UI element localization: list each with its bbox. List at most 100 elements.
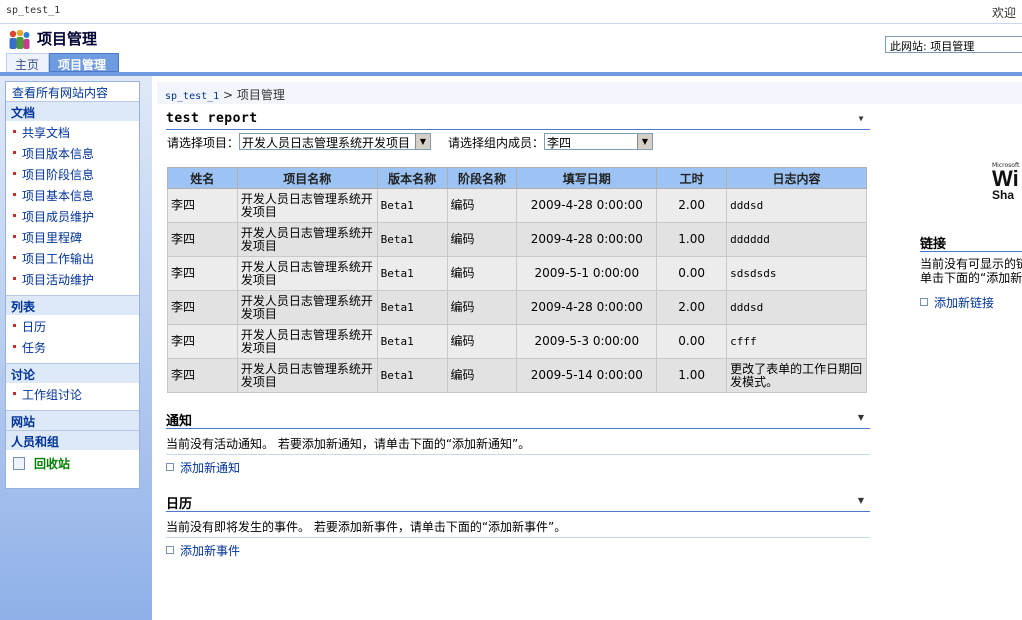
project-select-value: 开发人员日志管理系统开发项目 [242,136,411,150]
table-row: 李四 开发人员日志管理系统开发项目 Beta1 编码 2009-5-1 0:00… [167,256,867,291]
announcements-empty-message: 当前没有活动通知。 若要添加新通知，请单击下面的“添加新通知”。 [166,437,531,451]
cell-name: 李四 [167,290,238,325]
column-header: 阶段名称 [446,167,518,189]
report-title: test report [166,111,258,126]
nav-item-project-basic[interactable]: 项目基本信息 [6,184,139,205]
nav-item-project-version[interactable]: 项目版本信息 [6,142,139,163]
column-header: 项目名称 [236,167,378,189]
tab-project-management[interactable]: 项目管理 [49,53,119,72]
add-bullet-icon [166,463,174,471]
cell-content: 更改了表单的工作日期回发模式。 [726,358,867,393]
nav-section-people-groups[interactable]: 人员和组 [6,430,139,450]
table-row: 李四 开发人员日志管理系统开发项目 Beta1 编码 2009-4-28 0:0… [167,222,867,257]
recycle-bin-label: 回收站 [34,457,71,471]
calendar-header: 日历 ▼ [166,493,870,512]
webpart-menu-icon[interactable]: ▼ [859,114,864,123]
cell-name: 李四 [167,222,238,257]
cell-version: Beta1 [376,188,448,223]
cell-stage: 编码 [446,290,518,325]
tab-divider [0,72,1022,76]
column-header: 姓名 [167,167,238,189]
nav-section-sites[interactable]: 网站 [6,410,139,430]
nav-section-documents[interactable]: 文档 [6,101,139,121]
cell-version: Beta1 [376,358,448,393]
search-scope-select[interactable]: 此网站: 项目管理 [885,36,1022,53]
nav-item-project-activities[interactable]: 项目活动维护 [6,268,139,289]
links-message-line: 当前没有可显示的链 [920,257,1022,271]
cell-project: 开发人员日志管理系统开发项目 [236,358,378,393]
nav-item-team-discussion[interactable]: 工作组讨论 [6,383,139,404]
cell-stage: 编码 [446,324,518,359]
nav-item-project-output[interactable]: 项目工作输出 [6,247,139,268]
nav-section-lists[interactable]: 列表 [6,295,139,315]
table-row: 李四 开发人员日志管理系统开发项目 Beta1 编码 2009-4-28 0:0… [167,290,867,325]
links-header[interactable]: 链接 [920,233,1022,252]
project-label: 请选择项目： [167,136,240,150]
chevron-down-icon[interactable]: ▼ [415,134,430,149]
recycle-bin-icon [13,457,25,470]
cell-content: dddddd [726,222,867,257]
table-row: 李四 开发人员日志管理系统开发项目 Beta1 编码 2009-5-3 0:00… [167,324,867,359]
cell-version: Beta1 [376,290,448,325]
nav-item-project-members[interactable]: 项目成员维护 [6,205,139,226]
view-all-site-content-link[interactable]: 查看所有网站内容 [6,82,139,101]
table-row: 李四 开发人员日志管理系统开发项目 Beta1 编码 2009-4-28 0:0… [167,188,867,223]
cell-project: 开发人员日志管理系统开发项目 [236,222,378,257]
site-header: 项目管理 此网站: 项目管理 [0,24,1022,74]
nav-item-shared-documents[interactable]: 共享文档 [6,121,139,142]
breadcrumb: sp_test_1 > 项目管理 [157,82,1022,104]
table-header-row: 姓名 项目名称 版本名称 阶段名称 填写日期 工时 日志内容 [167,167,867,189]
webpart-menu-icon[interactable]: ▼ [858,413,864,422]
cell-hours: 2.00 [656,188,728,223]
cell-version: Beta1 [376,256,448,291]
announcements-title[interactable]: 通知 [166,414,192,429]
links-message-line: 单击下面的“添加新 [920,271,1022,285]
add-link-label: 添加新链接 [934,296,995,310]
cell-content: sdsdsds [726,256,867,291]
chevron-down-icon[interactable]: ▼ [637,134,652,149]
windows-sharepoint-logo: Microsoft Wi Sha [992,162,1022,206]
cell-project: 开发人员日志管理系统开发项目 [236,324,378,359]
nav-item-tasks[interactable]: 任务 [6,336,139,357]
add-bullet-icon [166,546,174,554]
member-select[interactable]: 李四 ▼ [544,133,653,150]
cell-name: 李四 [167,358,238,393]
divider [166,454,870,455]
add-link-link[interactable]: 添加新链接 [920,294,994,311]
cell-date: 2009-4-28 0:00:00 [516,290,658,325]
cell-stage: 编码 [446,358,518,393]
cell-version: Beta1 [376,222,448,257]
breadcrumb-current: 项目管理 [236,88,285,102]
welcome-menu[interactable]: 欢迎 [992,4,1016,21]
site-name[interactable]: sp_test_1 [6,5,60,16]
logo-windows-text: Wi [992,166,1019,191]
nav-item-calendar[interactable]: 日历 [6,315,139,336]
add-announcement-link[interactable]: 添加新通知 [166,459,240,476]
column-header: 版本名称 [376,167,448,189]
report-filters: 请选择项目： 开发人员日志管理系统开发项目 ▼ 请选择组内成员： 李四 ▼ [167,133,867,151]
recycle-bin-link[interactable]: 回收站 [6,450,139,476]
nav-item-project-stage[interactable]: 项目阶段信息 [6,163,139,184]
calendar-title[interactable]: 日历 [166,497,192,512]
announcements-header: 通知 ▼ [166,410,870,429]
cell-stage: 编码 [446,222,518,257]
quick-launch: 查看所有网站内容 文档 共享文档 项目版本信息 项目阶段信息 项目基本信息 项目… [5,81,140,489]
cell-version: Beta1 [376,324,448,359]
cell-hours: 0.00 [656,256,728,291]
member-label: 请选择组内成员： [448,136,545,150]
cell-hours: 0.00 [656,324,728,359]
nav-section-discussions[interactable]: 讨论 [6,363,139,383]
calendar-empty-message: 当前没有即将发生的事件。 若要添加新事件，请单击下面的“添加新事件”。 [166,520,567,534]
cell-content: cfff [726,324,867,359]
cell-stage: 编码 [446,188,518,223]
column-header: 日志内容 [726,167,867,189]
column-header: 工时 [656,167,728,189]
breadcrumb-root[interactable]: sp_test_1 [165,91,219,102]
cell-hours: 2.00 [656,290,728,325]
tab-home[interactable]: 主页 [6,53,49,72]
nav-item-project-milestones[interactable]: 项目里程碑 [6,226,139,247]
add-event-link[interactable]: 添加新事件 [166,542,240,559]
divider [166,537,870,538]
webpart-menu-icon[interactable]: ▼ [858,496,864,505]
project-select[interactable]: 开发人员日志管理系统开发项目 ▼ [239,133,431,150]
